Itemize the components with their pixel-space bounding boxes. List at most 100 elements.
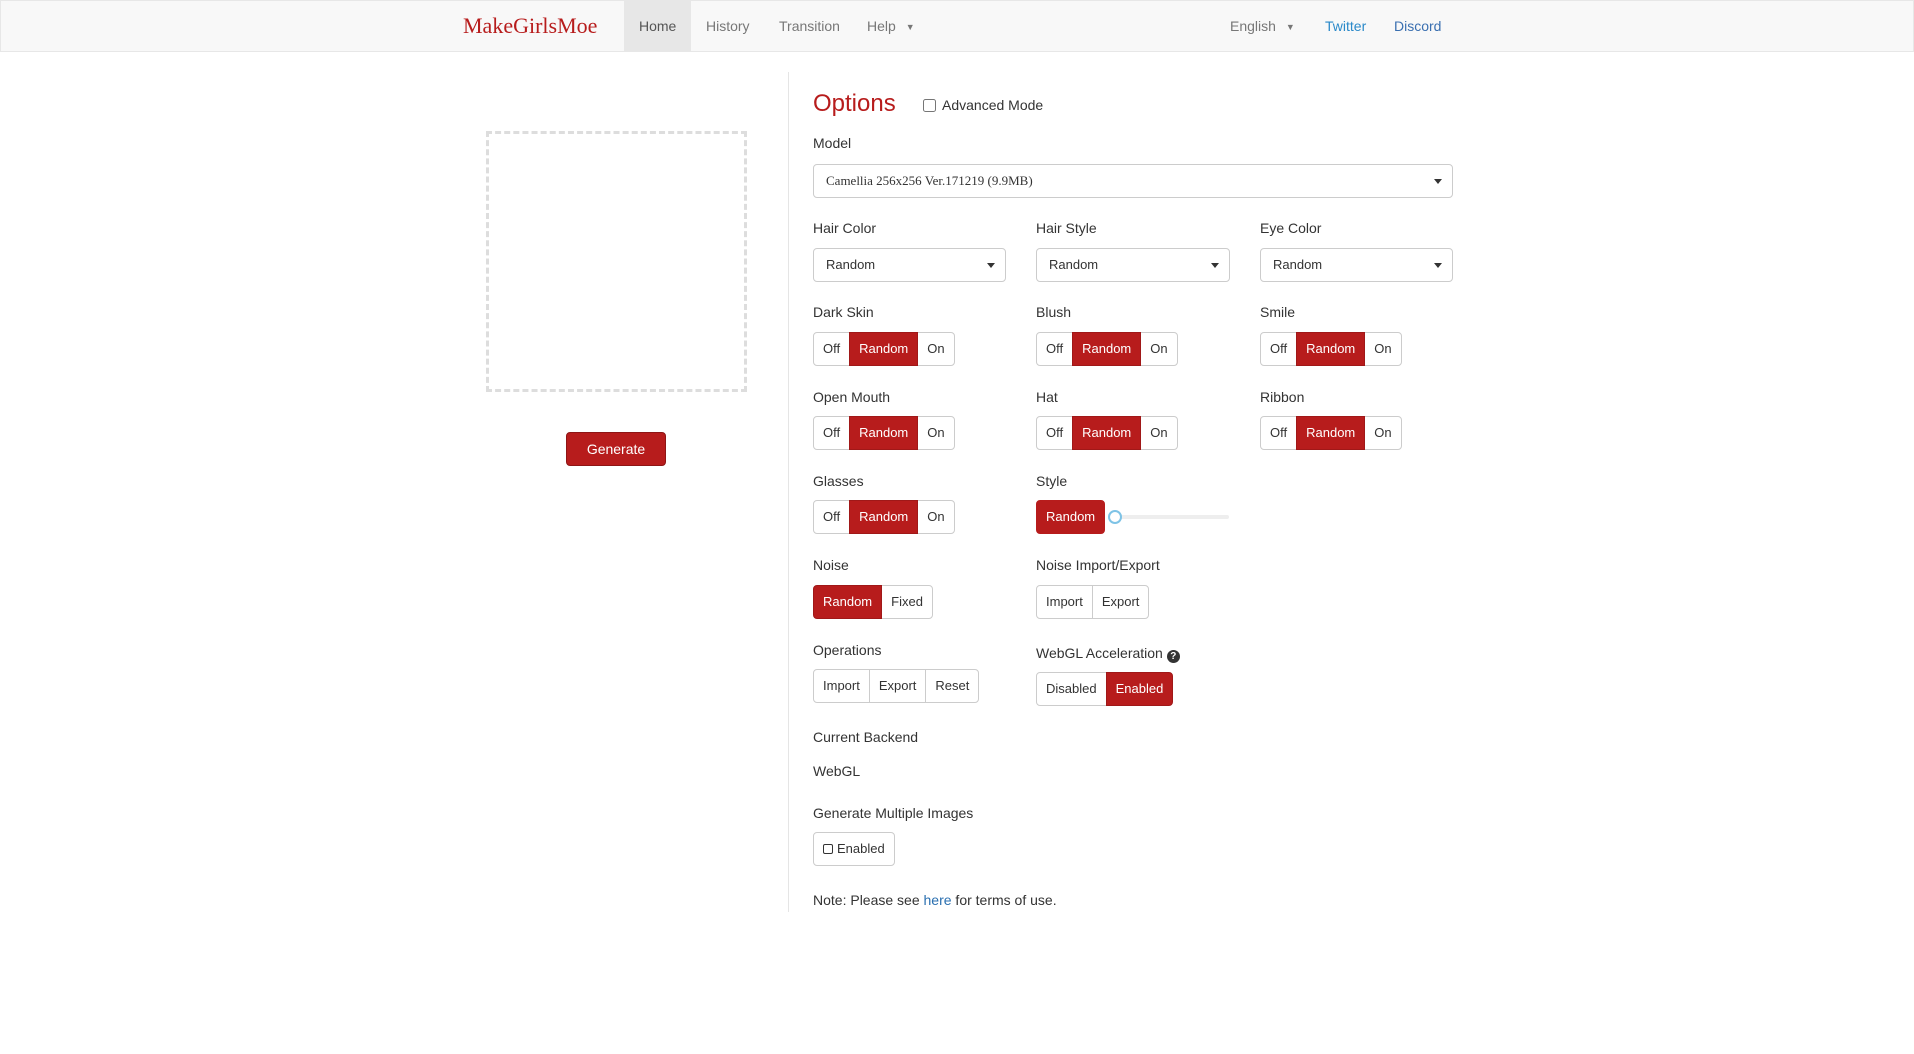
open-mouth-toggle-group: Off Random On	[813, 416, 955, 450]
style-label: Style	[1036, 473, 1068, 489]
current-backend-value: WebGL	[813, 763, 861, 779]
blush-toggle-group: Off Random On	[1036, 332, 1178, 366]
webgl-acceleration-label: WebGL Acceleration?	[1036, 645, 1180, 663]
open-mouth-random-button[interactable]: Random	[849, 416, 919, 450]
operations-import-button[interactable]: Import	[813, 669, 870, 703]
hair-color-value: Random	[826, 257, 876, 272]
ribbon-toggle-group: Off Random On	[1260, 416, 1402, 450]
noise-import-export-group: Import Export	[1036, 585, 1150, 619]
smile-label: Smile	[1260, 304, 1296, 320]
generate-button[interactable]: Generate	[566, 432, 666, 466]
eye-color-label: Eye Color	[1260, 220, 1322, 236]
smile-on-button[interactable]: On	[1364, 332, 1402, 366]
open-mouth-off-button[interactable]: Off	[813, 416, 851, 450]
nav-history[interactable]: History	[691, 1, 765, 51]
smile-toggle-group: Off Random On	[1260, 332, 1402, 366]
webgl-disabled-button[interactable]: Disabled	[1036, 672, 1107, 706]
dark-skin-off-button[interactable]: Off	[813, 332, 851, 366]
discord-link[interactable]: Discord	[1379, 1, 1456, 51]
nav-help-label: Help	[867, 18, 896, 34]
operations-reset-button[interactable]: Reset	[925, 669, 980, 703]
nav-transition[interactable]: Transition	[764, 1, 855, 51]
model-select[interactable]: Camellia 256x256 Ver.171219 (9.9MB)	[813, 164, 1453, 198]
current-backend-label: Current Backend	[813, 729, 919, 745]
smile-random-button[interactable]: Random	[1296, 332, 1366, 366]
webgl-acceleration-text: WebGL Acceleration	[1036, 645, 1163, 661]
smile-off-button[interactable]: Off	[1260, 332, 1298, 366]
glasses-label: Glasses	[813, 473, 864, 489]
blush-off-button[interactable]: Off	[1036, 332, 1074, 366]
noise-fixed-button[interactable]: Fixed	[881, 585, 933, 619]
webgl-enabled-button[interactable]: Enabled	[1105, 672, 1174, 706]
advanced-mode-checkbox[interactable]	[923, 98, 936, 112]
twitter-link[interactable]: Twitter	[1310, 1, 1381, 51]
hat-random-button[interactable]: Random	[1072, 416, 1142, 450]
noise-label: Noise	[813, 557, 849, 573]
question-circle-icon[interactable]: ?	[1166, 650, 1180, 663]
noise-import-button[interactable]: Import	[1036, 585, 1093, 619]
chevron-down-icon: ▼	[1285, 22, 1295, 33]
open-mouth-label: Open Mouth	[813, 389, 891, 405]
top-navbar: MakeGirlsMoe Home History Transition Hel…	[0, 0, 1914, 52]
eye-color-value: Random	[1273, 257, 1323, 272]
glasses-random-button[interactable]: Random	[849, 500, 919, 534]
generate-multiple-toggle[interactable]: Enabled	[813, 832, 895, 866]
blush-random-button[interactable]: Random	[1072, 332, 1142, 366]
style-random-button[interactable]: Random	[1036, 500, 1106, 534]
language-label: English	[1230, 18, 1276, 34]
hat-label: Hat	[1036, 389, 1058, 405]
hair-style-label: Hair Style	[1036, 220, 1097, 236]
style-slider-track[interactable]	[1113, 515, 1229, 519]
blush-on-button[interactable]: On	[1140, 332, 1178, 366]
glasses-off-button[interactable]: Off	[813, 500, 851, 534]
terms-link[interactable]: here	[924, 892, 952, 908]
ribbon-label: Ribbon	[1260, 389, 1305, 405]
operations-label: Operations	[813, 642, 882, 658]
hair-style-select[interactable]: Random	[1036, 248, 1230, 282]
blush-label: Blush	[1036, 304, 1072, 320]
open-mouth-on-button[interactable]: On	[917, 416, 955, 450]
options-title: Options	[813, 90, 896, 117]
generate-multiple-enabled-label: Enabled	[837, 841, 885, 856]
noise-import-export-label: Noise Import/Export	[1036, 557, 1160, 573]
terms-note: Note: Please see here for terms of use.	[813, 892, 1057, 908]
nav-home[interactable]: Home	[624, 1, 692, 51]
noise-export-button[interactable]: Export	[1091, 585, 1150, 619]
image-preview-area	[486, 131, 747, 392]
caret-down-icon	[1434, 179, 1442, 184]
dark-skin-random-button[interactable]: Random	[849, 332, 919, 366]
model-select-value: Camellia 256x256 Ver.171219 (9.9MB)	[826, 173, 1033, 188]
language-dropdown[interactable]: English ▼	[1215, 1, 1310, 51]
dark-skin-label: Dark Skin	[813, 304, 874, 320]
hat-on-button[interactable]: On	[1140, 416, 1178, 450]
style-slider-handle[interactable]	[1108, 510, 1122, 524]
ribbon-random-button[interactable]: Random	[1296, 416, 1366, 450]
eye-color-select[interactable]: Random	[1260, 248, 1453, 282]
hat-off-button[interactable]: Off	[1036, 416, 1074, 450]
nav-help[interactable]: Help ▼	[852, 1, 930, 51]
note-prefix: Note: Please see	[813, 892, 924, 908]
advanced-mode-toggle[interactable]: Advanced Mode	[923, 97, 1043, 113]
webgl-toggle-group: Disabled Enabled	[1036, 672, 1174, 706]
checkbox-icon	[823, 844, 833, 854]
glasses-on-button[interactable]: On	[917, 500, 955, 534]
noise-toggle-group: Random Fixed	[813, 585, 933, 619]
column-divider	[788, 72, 789, 912]
caret-down-icon	[1211, 263, 1219, 268]
glasses-toggle-group: Off Random On	[813, 500, 955, 534]
chevron-down-icon: ▼	[905, 22, 915, 33]
generate-multiple-label: Generate Multiple Images	[813, 805, 974, 821]
operations-group: Import Export Reset	[813, 669, 980, 703]
ribbon-off-button[interactable]: Off	[1260, 416, 1298, 450]
brand-logo[interactable]: MakeGirlsMoe	[463, 13, 597, 39]
ribbon-on-button[interactable]: On	[1364, 416, 1402, 450]
hair-color-select[interactable]: Random	[813, 248, 1006, 282]
operations-export-button[interactable]: Export	[868, 669, 927, 703]
noise-random-button[interactable]: Random	[813, 585, 883, 619]
dark-skin-on-button[interactable]: On	[917, 332, 955, 366]
advanced-mode-label: Advanced Mode	[942, 97, 1044, 113]
caret-down-icon	[1434, 263, 1442, 268]
hair-style-value: Random	[1049, 257, 1099, 272]
hat-toggle-group: Off Random On	[1036, 416, 1178, 450]
hair-color-label: Hair Color	[813, 220, 877, 236]
